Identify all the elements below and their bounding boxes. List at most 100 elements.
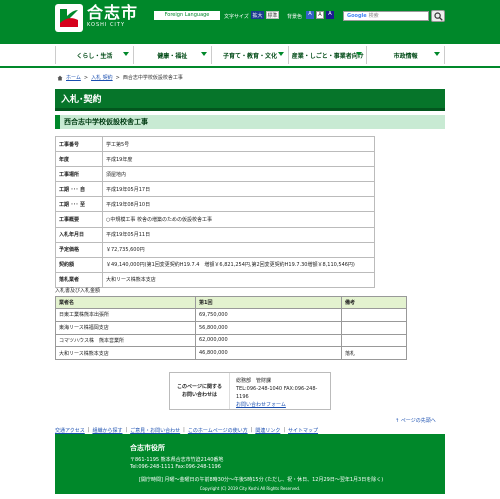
footer-link-inquiry[interactable]: ご意見・お問い合わせ: [130, 427, 180, 434]
nav-item-industry[interactable]: 産業・しごと・事業者向け: [289, 46, 368, 64]
global-nav: くらし・生活 健康・福祉 子育て・教育・文化 産業・しごと・事業者向け 市政情報: [55, 46, 445, 64]
search-brand: Google: [347, 13, 367, 19]
table-row: コマツハウス株 熊本営業所 62,000,000: [55, 333, 407, 348]
contact-label-line2: お問い合わせは: [181, 392, 217, 398]
remarks-cell: 落札: [341, 346, 407, 361]
table-row: 契約額 ￥49,140,000円(第1回変更契約H19.7.4 増額￥6,821,…: [55, 256, 375, 273]
logo-title: 合志市: [87, 3, 139, 22]
remarks-cell: [341, 333, 407, 348]
nav-item-label: 市政情報: [393, 52, 418, 60]
bg-color-label: 背景色: [287, 13, 303, 20]
chevron-down-icon: [356, 52, 363, 56]
bg-color-dark-button[interactable]: A: [326, 11, 334, 19]
table-row: 年度 平成19年度: [55, 151, 375, 168]
column-header-round1: 第1回: [195, 296, 342, 309]
row-label: 年度: [55, 151, 103, 168]
contract-info-table: 工事番号 学工第5号 年度 平成19年度 工事場所 須屋地内 工期 ･･･ 自平成19…: [55, 135, 375, 288]
search-button[interactable]: [431, 10, 445, 22]
chevron-down-icon: [433, 52, 440, 56]
bg-color-blue-button[interactable]: A: [306, 11, 314, 19]
contact-label-line1: このページに関する: [177, 384, 222, 390]
home-icon: [57, 75, 63, 80]
company-cell: 日東工業株熊本出張所: [55, 308, 196, 322]
amount-cell: 69,750,000: [195, 308, 342, 322]
foreign-language-button[interactable]: Foreign Language: [154, 11, 220, 20]
chevron-down-icon: [200, 52, 207, 56]
footer-copyright: Copyright (C) 2019 City Koshi All Rights…: [199, 486, 301, 491]
nav-item-health[interactable]: 健康・福祉: [134, 46, 212, 64]
footer-link-organization[interactable]: 組織から探す: [92, 427, 122, 434]
row-value: 平成19年05月17日: [102, 181, 375, 198]
footer-address: 〒861-1195 熊本県合志市竹迫2140番地: [130, 457, 224, 463]
row-value: 平成19年度: [102, 151, 375, 168]
row-label: 工事番号: [55, 135, 103, 153]
amount-cell: 46,800,000: [195, 346, 342, 361]
contact-box: このページに関する お問い合わせは 総務部 管財課 TEL:096-248-10…: [169, 372, 331, 410]
contact-form-link[interactable]: お問い合わせフォーム: [236, 401, 330, 409]
table-row: 工事場所 須屋地内: [55, 166, 375, 183]
breadcrumb-bid-link[interactable]: 入札 契約: [91, 74, 113, 81]
footer-link-access[interactable]: 交通アクセス: [55, 427, 85, 434]
footer-link-sitemap[interactable]: サイトマップ: [288, 427, 318, 434]
chevron-down-icon: [122, 52, 129, 56]
row-label: 入札年月日: [55, 226, 103, 243]
table-row: 落札業者 大和リース株熊本支店: [55, 271, 375, 288]
row-value: 平成19年05月11日: [102, 226, 375, 243]
site-logo[interactable]: 合志市 KOSHI CITY: [55, 4, 138, 32]
contact-phone: TEL:096-248-1040 FAX:096-248-1196: [236, 386, 318, 400]
text-size-large-button[interactable]: 拡大: [251, 11, 264, 19]
footer-phone: Tel:096-248-1111 Fax:096-248-1196: [130, 464, 221, 470]
row-value: 須屋地内: [102, 166, 375, 183]
breadcrumb-home-link[interactable]: ホーム: [66, 74, 81, 81]
amount-cell: 62,000,000: [195, 333, 342, 348]
footer-hours: [開庁時間] 月曜～金曜日の午前8時30分～午後5時15分 (ただし、祝・休日、…: [139, 477, 384, 483]
page-title: 入札･契約: [55, 89, 445, 111]
nav-item-living[interactable]: くらし・生活: [55, 46, 134, 64]
search-hint: 検索: [368, 13, 379, 19]
table-header-row: 業者名 第1回 備考: [55, 296, 407, 309]
nav-item-childcare[interactable]: 子育て・教育・文化: [212, 46, 290, 64]
column-header-remarks: 備考: [341, 296, 407, 309]
footer-office-name: 合志市役所: [130, 444, 165, 452]
company-cell: 東海リース株福岡支店: [55, 320, 196, 335]
table-row: 入札年月日 平成19年05月11日: [55, 226, 375, 243]
search-icon: [434, 12, 443, 21]
table-row: 工期 ･･･ 至平成19年08月10日: [55, 196, 375, 213]
bid-table-caption: 入札書及び入札金額: [55, 288, 101, 294]
row-value: ○中規模工事 校舎の増築のための仮設校舎工事: [102, 211, 375, 228]
text-size-label: 文字サイズ: [224, 13, 249, 20]
contact-department: 総務部 管財課: [236, 378, 272, 384]
back-to-top-link[interactable]: ↑ ページの先頭へ: [395, 417, 436, 424]
company-cell: 大和リース株熊本支店: [55, 346, 196, 361]
breadcrumb-separator: >: [115, 74, 120, 81]
breadcrumb: ホーム > 入札 契約 > 西合志中学校仮設校舎工事: [57, 74, 183, 81]
page-subtitle: 西合志中学校仮設校舎工事: [55, 115, 445, 129]
table-row: 予定価格 ￥72,735,600円: [55, 241, 375, 258]
row-value: ￥72,735,600円: [102, 241, 375, 258]
bid-results-table: 業者名 第1回 備考 日東工業株熊本出張所 69,750,000 東海リース株福岡…: [55, 296, 407, 361]
text-size-standard-button[interactable]: 標準: [266, 11, 279, 19]
bg-color-white-button[interactable]: A: [316, 11, 324, 19]
nav-item-label: 子育て・教育・文化: [222, 52, 277, 60]
nav-divider: [0, 66, 500, 68]
row-label: 予定価格: [55, 241, 103, 258]
footer-link-howto[interactable]: このホームページの使い方: [188, 427, 248, 434]
search-input[interactable]: Google 検索: [343, 11, 429, 21]
row-label: 契約額: [55, 256, 103, 273]
contact-label: このページに関する お問い合わせは: [170, 373, 230, 409]
site-header: 合志市 KOSHI CITY Foreign Language 文字サイズ 拡大…: [0, 0, 500, 44]
nav-item-label: 健康・福祉: [157, 52, 188, 60]
nav-item-label: くらし・生活: [76, 52, 113, 60]
nav-item-city-info[interactable]: 市政情報: [367, 46, 445, 64]
nav-item-label: 産業・しごと・事業者向け: [291, 52, 364, 60]
table-row: 東海リース株福岡支店 56,800,000: [55, 320, 407, 335]
row-label: 工事概要: [55, 211, 103, 228]
remarks-cell: [341, 308, 407, 322]
table-row: 日東工業株熊本出張所 69,750,000: [55, 308, 407, 322]
chevron-down-icon: [278, 52, 285, 56]
footer-link-related[interactable]: 関連リンク: [255, 427, 280, 434]
row-label: 工期 ･･･ 至: [55, 196, 103, 213]
city-emblem-icon: [55, 4, 83, 32]
table-row: 工事番号 学工第5号: [55, 135, 375, 153]
breadcrumb-separator: >: [83, 74, 89, 81]
